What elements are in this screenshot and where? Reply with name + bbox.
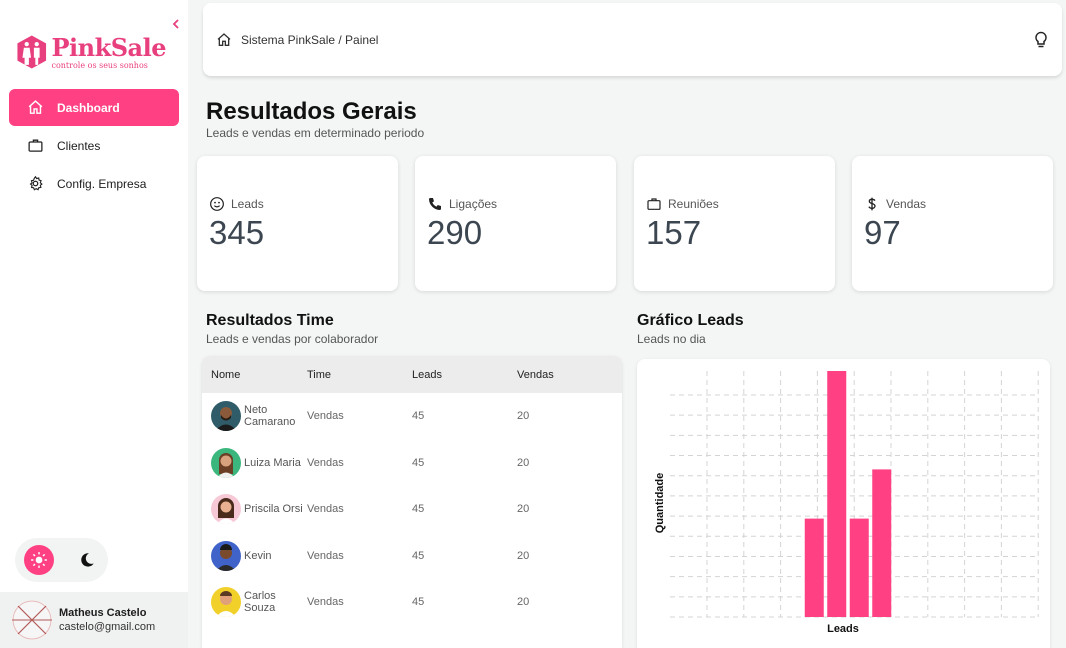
stat-value: 157 [646,214,702,251]
briefcase-icon [647,198,661,210]
brand-tagline: controle os seus sonhos [51,60,148,70]
avatar [12,600,52,640]
stat-value: 345 [209,214,265,251]
brand-name: PinkSale [51,32,166,62]
stat-value: 97 [864,214,901,251]
row-name: Priscila Orsi [244,503,303,516]
table-row[interactable]: Luiza Maria Vendas 45 20 [202,440,622,487]
column-header-time[interactable]: Time [307,369,412,381]
row-leads: 45 [412,410,425,423]
table-row[interactable]: Neto Camarano Vendas 45 20 [202,393,622,440]
stat-card-leads: Leads 345 [197,156,398,291]
team-section-title: Resultados Time [206,312,334,329]
home-icon [28,100,43,114]
row-team: Vendas [307,596,344,609]
stat-card-reunioes: Reuniões 157 [634,156,835,291]
team-table: Nome Time Leads Vendas Neto Camarano Ven… [202,356,622,648]
sidebar-item-label: Dashboard [57,100,120,115]
breadcrumb[interactable]: Sistema PinkSale / Painel [241,33,378,47]
chart-section-subtitle: Leads no dia [637,332,706,346]
lightbulb-icon[interactable] [1033,31,1049,49]
column-header-vendas[interactable]: Vendas [517,369,617,381]
stat-label: Leads [231,197,264,211]
chart-bar[interactable] [804,518,824,617]
broken-avatar-icon [12,600,52,640]
row-leads: 45 [412,503,425,516]
sidebar-item-label: Config. Empresa [57,176,147,191]
sidebar-item-clientes[interactable]: Clientes [9,127,179,164]
table-row[interactable]: Priscila Orsi Vendas 45 20 [202,486,622,533]
stat-label: Ligações [449,197,498,211]
dark-mode-button[interactable] [72,545,102,575]
avatar [211,587,241,618]
chart-bar[interactable] [872,469,892,617]
dollar-icon [868,197,876,211]
brand-logo[interactable]: PinkSale controle os seus sonhos [16,26,166,78]
top-bar: Sistema PinkSale / Painel [203,3,1062,76]
stat-value: 290 [427,214,483,251]
row-name: Neto Camarano [244,404,296,429]
phone-icon [429,198,441,210]
chart-section-title: Gráfico Leads [637,312,744,329]
logo-hexagon-icon [17,35,47,69]
smile-icon [210,197,224,211]
light-mode-button[interactable] [24,545,54,575]
chart-bar[interactable] [849,518,869,617]
avatar [211,447,241,478]
page-title: Resultados Gerais [206,98,417,125]
sidebar-item-config-empresa[interactable]: Config. Empresa [9,165,179,202]
stat-label: Reuniões [668,197,719,211]
row-sales: 20 [517,549,530,562]
table-row[interactable]: Carlos Souza Vendas 45 20 [202,579,622,626]
avatar [211,494,241,525]
home-icon [217,32,231,46]
row-sales: 20 [517,456,530,469]
row-sales: 20 [517,503,530,516]
user-name: Matheus Castelo [59,607,147,619]
row-team: Vendas [307,503,344,516]
sidebar: PinkSale controle os seus sonhos Dashboa… [0,0,188,648]
collapse-sidebar-button[interactable] [166,14,186,34]
chart-bar[interactable] [827,371,847,617]
y-axis-label: Quantidade [654,473,666,534]
row-team: Vendas [307,410,344,423]
sidebar-item-dashboard[interactable]: Dashboard [9,89,179,126]
avatar [211,540,241,571]
moon-icon [81,553,94,567]
user-email: castelo@gmail.com [59,621,156,633]
column-header-leads[interactable]: Leads [412,369,517,381]
stat-label: Vendas [886,197,927,211]
row-sales: 20 [517,596,530,609]
chevron-left-icon [172,19,179,29]
row-team: Vendas [307,549,344,562]
row-sales: 20 [517,410,530,423]
row-name: Kevin [244,549,272,562]
page-subtitle: Leads e vendas em determinado periodo [206,126,425,140]
theme-toggle [15,538,108,582]
stat-card-vendas: Vendas 97 [852,156,1053,291]
row-leads: 45 [412,596,425,609]
leads-chart-svg: Quantidade Leads [654,371,1039,635]
column-header-nome[interactable]: Nome [202,369,307,381]
avatar [211,401,241,432]
briefcase-icon [28,139,43,152]
sun-icon [31,552,47,568]
table-row[interactable]: Kevin Vendas 45 20 [202,533,622,580]
sidebar-nav: Dashboard Clientes Config. Empresa [9,89,179,203]
table-header: Nome Time Leads Vendas [202,356,622,393]
stat-card-ligacoes: Ligações 290 [415,156,616,291]
user-profile[interactable]: Matheus Castelo castelo@gmail.com [0,592,188,648]
row-name: Carlos Souza [244,590,276,615]
row-leads: 45 [412,549,425,562]
x-axis-label: Leads [827,623,859,635]
row-team: Vendas [307,456,344,469]
gear-icon [29,175,43,191]
sidebar-item-label: Clientes [57,138,101,153]
leads-chart: Quantidade Leads [637,359,1050,648]
row-leads: 45 [412,456,425,469]
team-section-subtitle: Leads e vendas por colaborador [206,332,379,346]
row-name: Luiza Maria [244,456,301,469]
